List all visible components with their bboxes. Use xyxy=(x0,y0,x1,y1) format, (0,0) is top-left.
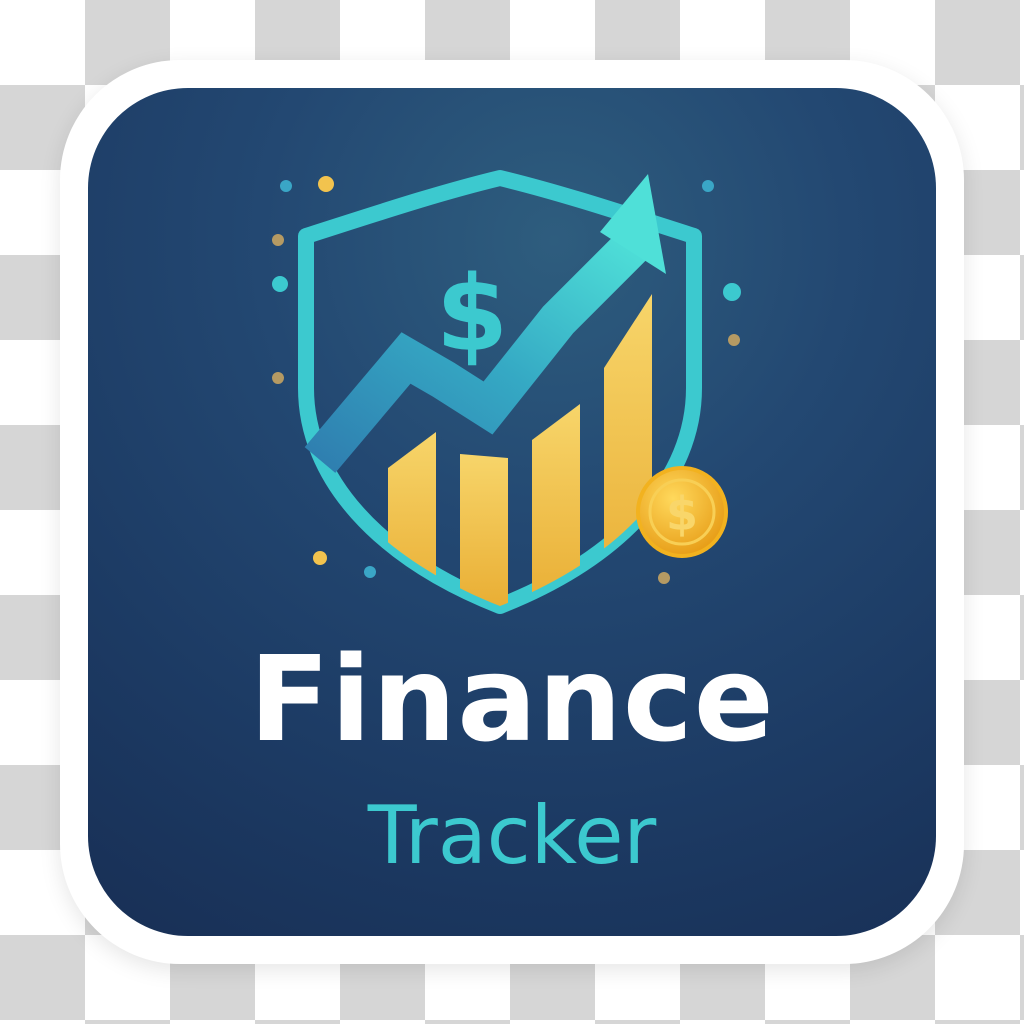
dollar-sign-icon: $ xyxy=(436,253,508,375)
gold-bar-1 xyxy=(388,432,436,606)
gold-bar-2 xyxy=(460,454,508,606)
sparkle-icon xyxy=(950,948,990,988)
app-title: Finance xyxy=(249,630,775,768)
app-icon-tile: $ $ Finance Tracker xyxy=(88,88,936,936)
svg-text:$: $ xyxy=(666,487,698,541)
app-subtitle: Tracker xyxy=(367,789,657,882)
coin-icon: $ xyxy=(636,466,728,558)
gold-bar-4 xyxy=(604,294,652,606)
